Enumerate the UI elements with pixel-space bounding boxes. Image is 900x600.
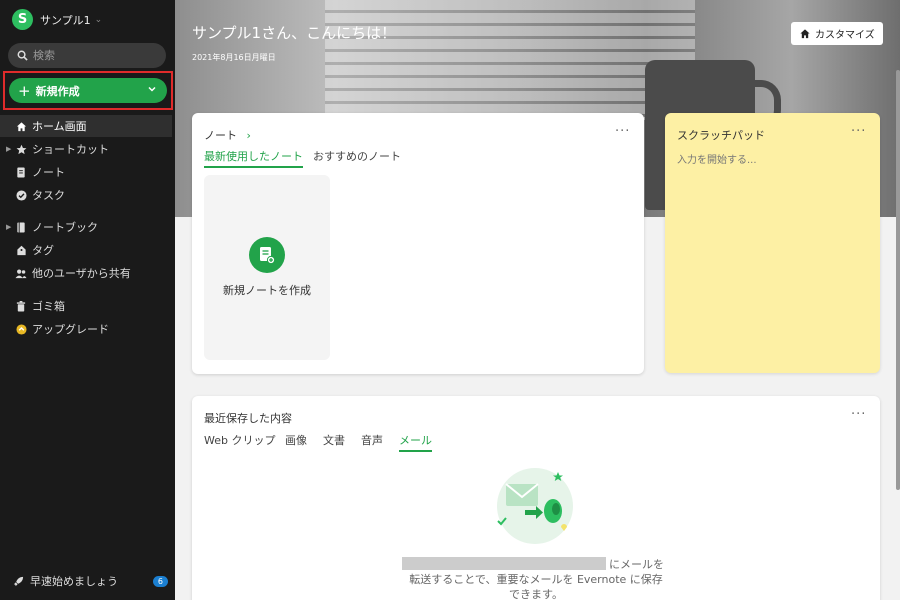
customize-label: カスタマイズ bbox=[815, 30, 875, 41]
more-options-icon[interactable]: ··· bbox=[851, 407, 866, 422]
email-illustration bbox=[497, 468, 573, 544]
plus-icon: + bbox=[18, 81, 31, 100]
scratchpad-title: スクラッチパッド bbox=[677, 129, 765, 142]
date-label: 2021年8月16日月曜日 bbox=[192, 53, 276, 62]
users-icon bbox=[15, 268, 27, 279]
email-message-line2: 転送することで、重要なメールを Evernote に保存 bbox=[409, 573, 663, 586]
sidebar-item-label: ショートカット bbox=[32, 143, 109, 156]
scrollbar[interactable] bbox=[896, 70, 900, 490]
check-circle-icon bbox=[15, 189, 27, 201]
rocket-icon bbox=[13, 576, 24, 586]
avatar: S bbox=[12, 9, 33, 30]
sidebar-item-notes[interactable]: ノート bbox=[0, 161, 172, 183]
count-badge: 6 bbox=[152, 575, 168, 587]
sidebar-item-shared[interactable]: 他のユーザから共有 bbox=[0, 262, 172, 284]
account-switcher[interactable]: S サンプル1 ⌄ bbox=[12, 9, 102, 30]
sidebar-item-upgrade[interactable]: アップグレード bbox=[0, 318, 172, 340]
scratchpad-input[interactable]: 入力を開始する... bbox=[677, 151, 757, 166]
home-icon bbox=[15, 121, 27, 132]
notes-widget-title[interactable]: ノート › bbox=[204, 127, 251, 143]
new-button-highlight: + 新規作成 bbox=[3, 71, 173, 110]
sidebar-item-home[interactable]: ホーム画面 bbox=[0, 115, 172, 137]
new-button[interactable]: + 新規作成 bbox=[9, 78, 167, 103]
background-image bbox=[325, 0, 695, 120]
scratchpad-widget[interactable]: スクラッチパッド ··· 入力を開始する... bbox=[665, 113, 880, 373]
customize-button[interactable]: カスタマイズ bbox=[791, 22, 883, 45]
tab-documents[interactable]: 文書 bbox=[323, 432, 345, 448]
recent-saves-widget: 最近保存した内容 ··· Web クリップ 画像 文書 音声 メール にメールを… bbox=[192, 396, 880, 600]
sidebar-item-label: タグ bbox=[32, 244, 54, 257]
tab-images[interactable]: 画像 bbox=[285, 432, 307, 448]
sidebar: S サンプル1 ⌄ + 新規作成 ホーム画面 ▶ ショートカット bbox=[0, 0, 175, 600]
sidebar-item-label: アップグレード bbox=[32, 323, 109, 336]
greeting-title: サンプル1さん、こんにちは！ bbox=[192, 24, 397, 42]
search-input[interactable] bbox=[33, 49, 153, 62]
new-note-icon bbox=[249, 237, 285, 273]
more-options-icon[interactable]: ··· bbox=[615, 124, 630, 139]
search-box[interactable] bbox=[8, 43, 166, 68]
tab-recent-notes[interactable]: 最新使用したノート bbox=[204, 148, 303, 168]
tab-audio[interactable]: 音声 bbox=[361, 432, 383, 448]
chevron-right-icon: › bbox=[246, 129, 251, 142]
chevron-down-icon: ⌄ bbox=[94, 14, 103, 25]
notebook-icon bbox=[15, 221, 27, 233]
trash-icon bbox=[15, 300, 27, 312]
tag-icon bbox=[15, 245, 27, 256]
note-icon bbox=[15, 166, 27, 178]
sidebar-item-label: ノートブック bbox=[32, 221, 98, 234]
create-note-label: 新規ノートを作成 bbox=[223, 284, 311, 297]
sidebar-item-label: ノート bbox=[32, 166, 65, 179]
sidebar-item-tags[interactable]: タグ bbox=[0, 239, 172, 261]
star-icon bbox=[15, 144, 27, 155]
sidebar-item-label: 他のユーザから共有 bbox=[32, 267, 131, 280]
getting-started-label: 早速始めましょう bbox=[30, 575, 118, 588]
new-button-label: 新規作成 bbox=[35, 84, 80, 98]
tab-recommended-notes[interactable]: おすすめのノート bbox=[313, 148, 401, 164]
getting-started-button[interactable]: 早速始めましょう 6 bbox=[13, 573, 168, 589]
sidebar-item-label: ホーム画面 bbox=[32, 120, 87, 133]
create-note-tile[interactable]: 新規ノートを作成 bbox=[204, 175, 330, 360]
tab-email[interactable]: メール bbox=[399, 432, 432, 452]
more-options-icon[interactable]: ··· bbox=[851, 124, 866, 139]
email-message-line3: できます。 bbox=[509, 588, 563, 600]
email-message-line1: にメールを bbox=[609, 558, 664, 571]
search-icon bbox=[17, 50, 28, 61]
expand-arrow-icon[interactable]: ▶ bbox=[6, 145, 11, 153]
expand-arrow-icon[interactable]: ▶ bbox=[6, 223, 11, 231]
sidebar-item-trash[interactable]: ゴミ箱 bbox=[0, 295, 172, 317]
chevron-down-icon[interactable] bbox=[147, 84, 157, 94]
notes-title-text: ノート bbox=[204, 129, 237, 142]
sidebar-item-notebooks[interactable]: ▶ ノートブック bbox=[0, 216, 172, 238]
home-icon bbox=[800, 29, 810, 39]
tab-web-clip[interactable]: Web クリップ bbox=[204, 432, 275, 448]
recent-saves-title: 最近保存した内容 bbox=[204, 412, 292, 425]
upgrade-icon bbox=[15, 323, 27, 335]
sidebar-item-label: ゴミ箱 bbox=[32, 300, 65, 313]
sidebar-item-shortcuts[interactable]: ▶ ショートカット bbox=[0, 138, 172, 160]
redacted-email-address bbox=[402, 557, 606, 570]
account-name: サンプル1 bbox=[40, 13, 91, 27]
sidebar-item-label: タスク bbox=[32, 189, 65, 202]
sidebar-item-tasks[interactable]: タスク bbox=[0, 184, 172, 206]
notes-widget: ノート › ··· 最新使用したノート おすすめのノート 新規ノートを作成 bbox=[192, 113, 644, 374]
